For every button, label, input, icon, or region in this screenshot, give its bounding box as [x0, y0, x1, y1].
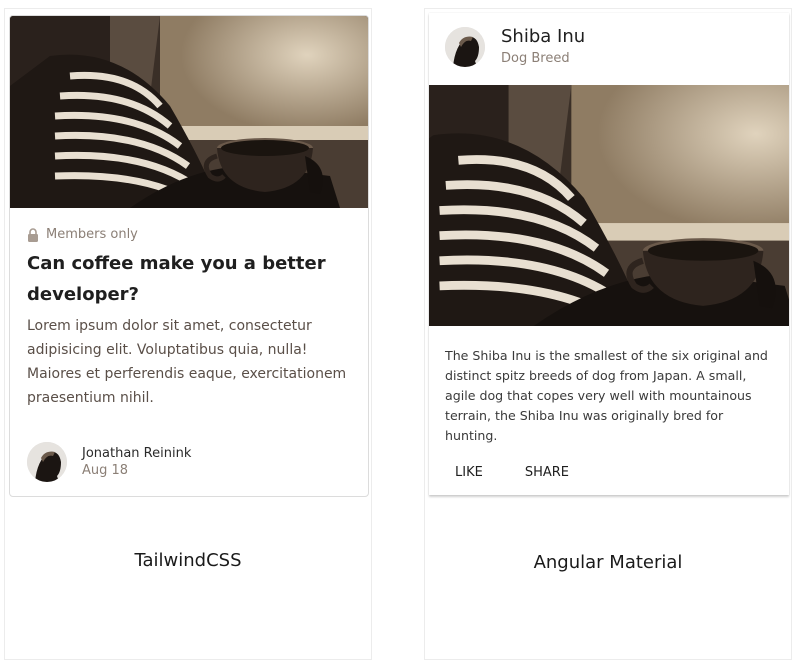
card-actions: LIKE SHARE: [437, 459, 587, 486]
author-name: Jonathan Reinink: [82, 445, 192, 461]
card-title: Can coffee make you a better developer?: [27, 253, 326, 305]
card-header: Shiba Inu Dog Breed: [445, 25, 585, 69]
like-button[interactable]: LIKE: [437, 459, 501, 486]
tailwind-card: Members only Can coffee make you a bette…: [9, 15, 369, 497]
card-title: Shiba Inu: [501, 26, 586, 47]
material-panel: Shiba Inu Dog Breed The Shiba Inu is the…: [424, 8, 792, 660]
card-body-text: Lorem ipsum dolor sit amet, consectetur …: [27, 318, 347, 406]
lock-icon: [28, 227, 38, 242]
share-button[interactable]: SHARE: [507, 459, 587, 486]
card-photo: [429, 85, 789, 326]
card-body-text: The Shiba Inu is the smallest of the six…: [445, 348, 768, 443]
card-subtitle: Dog Breed: [501, 51, 570, 66]
author-block: Jonathan Reinink Aug 18: [27, 442, 191, 482]
panel-caption: TailwindCSS: [134, 550, 242, 571]
panel-caption: Angular Material: [533, 552, 683, 573]
members-only-badge: Members only: [27, 227, 138, 242]
avatar: [27, 442, 67, 482]
card-photo: [10, 16, 369, 208]
author-date: Aug 18: [82, 462, 129, 478]
tailwind-panel: Members only Can coffee make you a bette…: [4, 8, 372, 660]
avatar: [445, 27, 485, 67]
members-only-label: Members only: [46, 227, 138, 242]
material-card: Shiba Inu Dog Breed The Shiba Inu is the…: [429, 13, 789, 495]
